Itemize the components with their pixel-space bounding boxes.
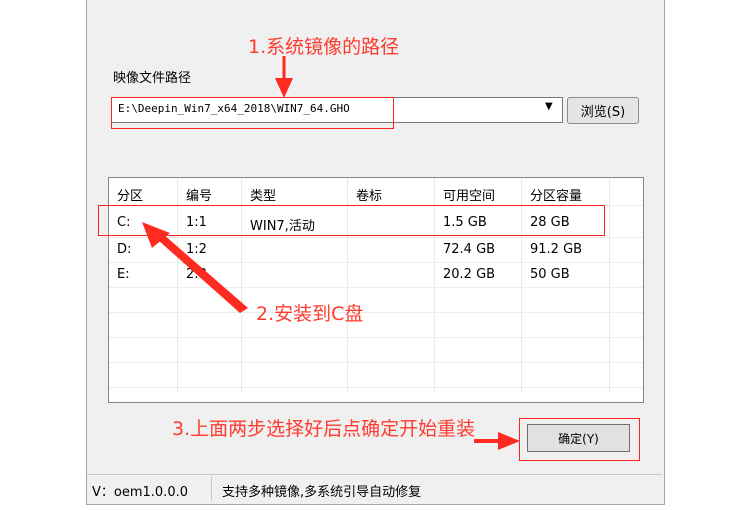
arrow-to-c-partition-icon [142,222,248,313]
arrow-to-confirm-icon [474,432,520,450]
arrow-to-path-icon [275,56,293,98]
annotation-arrows [142,56,520,450]
